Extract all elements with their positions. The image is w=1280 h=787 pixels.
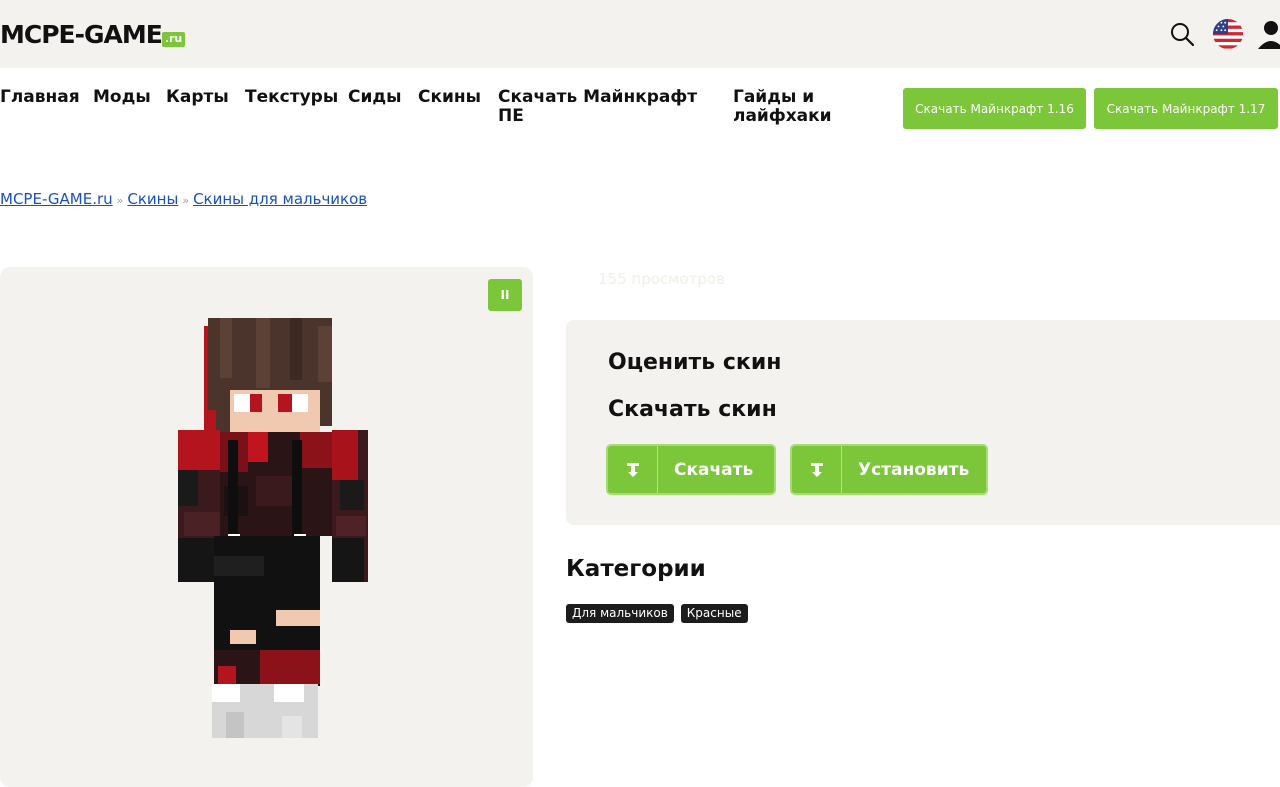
install-icon: [792, 446, 842, 493]
user-icon[interactable]: [1258, 18, 1280, 50]
download-skin-title: Скачать скин: [608, 397, 777, 422]
install-skin-label: Установить: [858, 459, 970, 480]
tag-red[interactable]: Красные: [680, 604, 748, 623]
download-minecraft-116-button[interactable]: Скачать Майнкрафт 1.16: [903, 88, 1086, 129]
nav-item-textures[interactable]: Текстуры: [245, 88, 338, 107]
logo-text: MCPE-GAME: [0, 20, 163, 49]
nav-item-guides[interactable]: Гайды и лайфхаки: [733, 88, 843, 126]
us-flag-icon[interactable]: [1212, 18, 1244, 50]
breadcrumb-separator: »: [182, 194, 190, 207]
views-count: 155 просмотров: [598, 270, 725, 288]
search-icon[interactable]: [1166, 18, 1198, 50]
nav-item-skins[interactable]: Скины: [418, 88, 481, 107]
nav-item-maps[interactable]: Карты: [166, 88, 229, 107]
nav-item-download-pe[interactable]: Скачать Майнкрафт ПЕ: [498, 88, 698, 126]
download-minecraft-117-button[interactable]: Скачать Майнкрафт 1.17: [1094, 88, 1278, 129]
category-tags: Для мальчиков Красные: [566, 604, 748, 623]
breadcrumb-separator: »: [116, 194, 124, 207]
main-nav: Главная Моды Карты Текстуры Сиды Скины С…: [0, 88, 1280, 134]
logo-suffix: .ru: [161, 32, 186, 47]
nav-item-seeds[interactable]: Сиды: [348, 88, 402, 107]
site-header: MCPE-GAME .ru: [0, 0, 1280, 68]
nav-item-home[interactable]: Главная: [0, 88, 80, 107]
download-skin-label: Скачать: [674, 459, 754, 480]
breadcrumb: MCPE-GAME.ru» Скины» Скины для мальчиков: [0, 189, 367, 211]
tag-boys[interactable]: Для мальчиков: [566, 604, 674, 623]
skin-3d-model[interactable]: [160, 316, 370, 746]
download-skin-button[interactable]: Скачать: [606, 444, 776, 495]
install-skin-button[interactable]: Установить: [790, 444, 988, 495]
site-logo[interactable]: MCPE-GAME .ru: [0, 20, 186, 50]
pause-animation-button[interactable]: II: [488, 279, 522, 311]
rate-skin-title: Оценить скин: [608, 350, 782, 375]
download-icon: [608, 446, 658, 493]
breadcrumb-skins-link[interactable]: Скины: [127, 190, 178, 208]
categories-title: Категории: [566, 556, 706, 582]
nav-item-mods[interactable]: Моды: [93, 88, 151, 107]
header-icons: [1166, 14, 1280, 54]
breadcrumb-boys-skins-link[interactable]: Скины для мальчиков: [193, 190, 367, 208]
breadcrumb-home-link[interactable]: MCPE-GAME.ru: [0, 190, 113, 208]
